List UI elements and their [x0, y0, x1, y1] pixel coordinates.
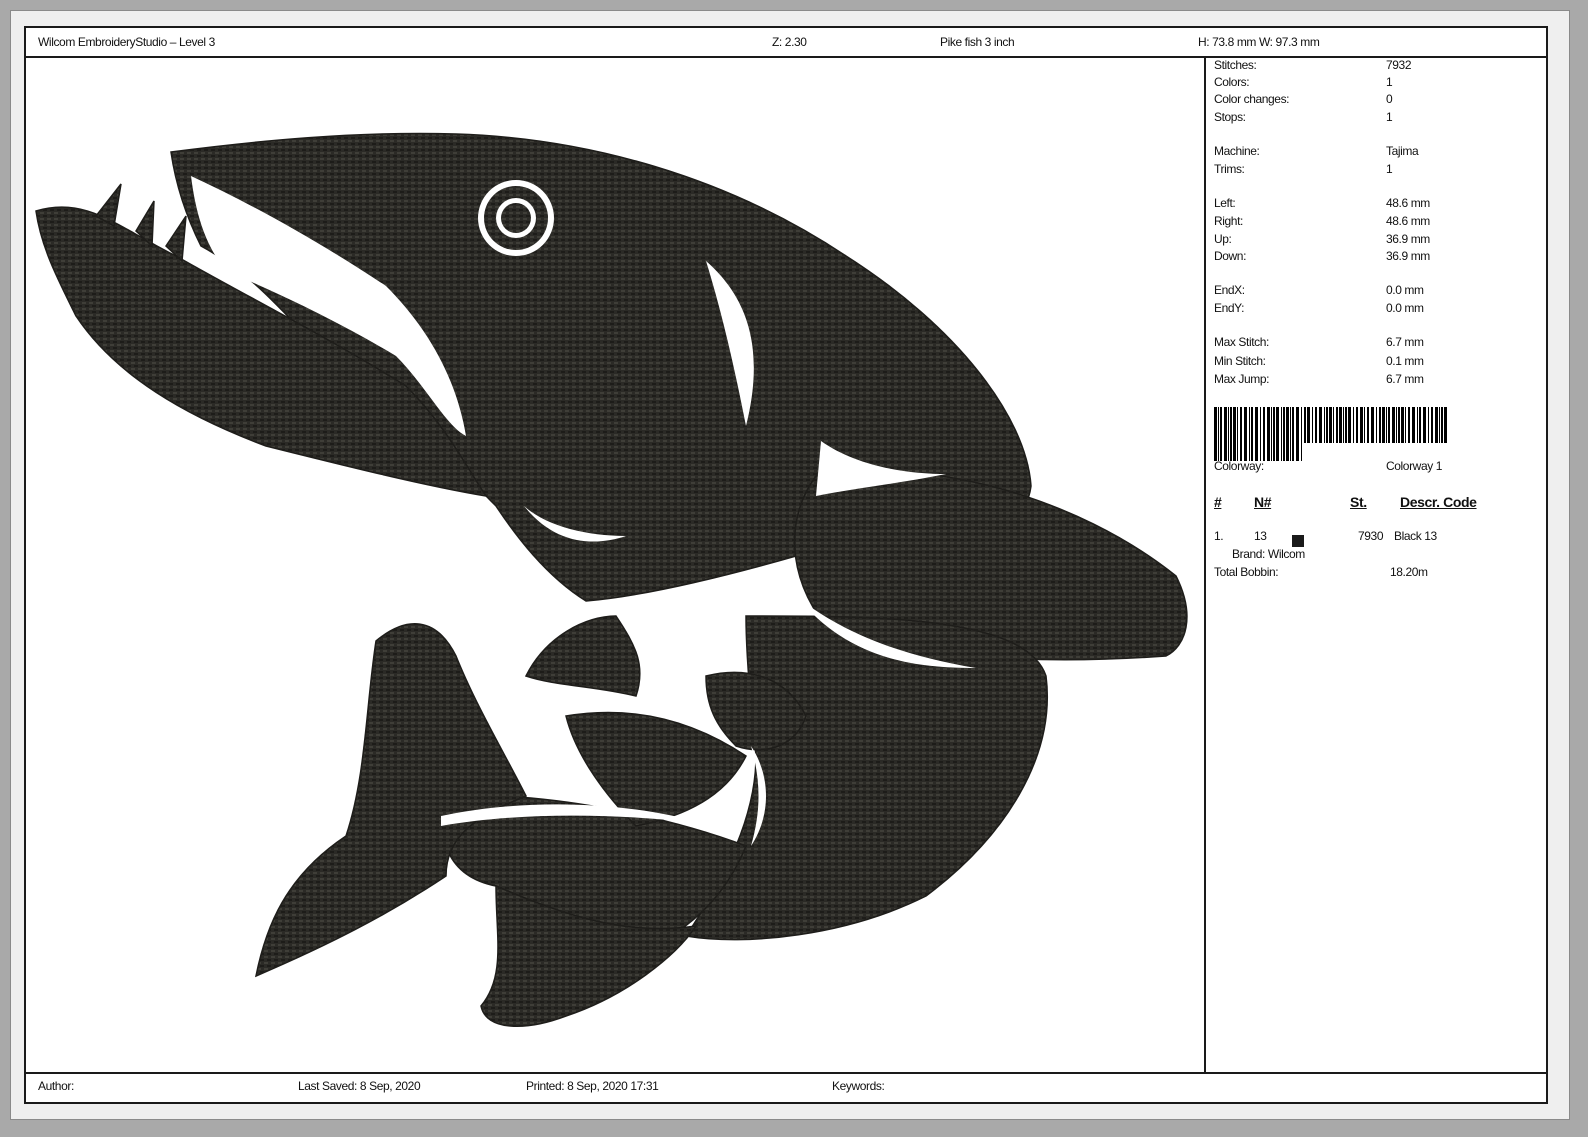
- stat-label: Stitches:: [1214, 58, 1257, 72]
- stat-label: Color changes:: [1214, 92, 1290, 106]
- app-title: Wilcom EmbroideryStudio – Level 3: [38, 35, 215, 49]
- stat-value: 0: [1386, 92, 1393, 106]
- stat-label: Down:: [1214, 249, 1247, 263]
- stat-row: Stops: 1: [1214, 110, 1544, 127]
- stat-row: Colors: 1: [1214, 75, 1544, 92]
- row-thread-number: 13: [1254, 529, 1267, 543]
- stat-label: Colors:: [1214, 75, 1250, 89]
- stat-value: Tajima: [1386, 144, 1419, 158]
- colorway-value: Colorway 1: [1386, 459, 1443, 473]
- design-name: Pike fish 3 inch: [940, 35, 1015, 49]
- stat-row: Color changes: 0: [1214, 92, 1544, 109]
- stat-value: 1: [1386, 162, 1393, 176]
- col-number: N#: [1254, 494, 1272, 510]
- stat-row: Min Stitch: 0.1 mm: [1214, 354, 1544, 371]
- stat-value: 1: [1386, 110, 1393, 124]
- stat-value: 6.7 mm: [1386, 372, 1424, 386]
- design-preview: [26, 56, 1206, 1072]
- stat-value: 0.0 mm: [1386, 301, 1424, 315]
- author-label: Author:: [38, 1079, 74, 1093]
- total-bobbin-label: Total Bobbin:: [1214, 565, 1279, 579]
- col-description: Descr. Code: [1400, 494, 1477, 510]
- stat-label: Up:: [1214, 232, 1232, 246]
- stat-label: Stops:: [1214, 110, 1246, 124]
- stat-row: Max Jump: 6.7 mm: [1214, 372, 1544, 389]
- stat-value: 6.7 mm: [1386, 335, 1424, 349]
- row-index: 1.: [1214, 529, 1224, 543]
- stat-row: Stitches: 7932: [1214, 58, 1544, 75]
- last-saved: Last Saved: 8 Sep, 2020: [298, 1079, 421, 1093]
- stat-value: 48.6 mm: [1386, 214, 1430, 228]
- row-description: Black 13: [1394, 529, 1437, 543]
- stat-row: Down: 36.9 mm: [1214, 249, 1544, 266]
- stat-row: Right: 48.6 mm: [1214, 214, 1544, 231]
- worksheet-header: Wilcom EmbroideryStudio – Level 3 Z: 2.3…: [26, 28, 1546, 58]
- stat-value: 36.9 mm: [1386, 232, 1430, 246]
- stat-label: Machine:: [1214, 144, 1260, 158]
- stat-label: Max Jump:: [1214, 372, 1270, 386]
- colorway-row: Colorway: Colorway 1: [1214, 459, 1544, 476]
- printed-date: Printed: 8 Sep, 2020 17:31: [526, 1079, 659, 1093]
- stat-value: 0.0 mm: [1386, 283, 1424, 297]
- fish-eye: [478, 180, 554, 256]
- stat-label: Trims:: [1214, 162, 1245, 176]
- total-bobbin-row: Total Bobbin: 18.20m: [1214, 565, 1544, 582]
- stat-row: Up: 36.9 mm: [1214, 232, 1544, 249]
- stat-row: EndX: 0.0 mm: [1214, 283, 1544, 300]
- row-stitches: 7930: [1358, 529, 1384, 543]
- stat-row: Left: 48.6 mm: [1214, 196, 1544, 213]
- row-brand: Brand: Wilcom: [1232, 547, 1305, 561]
- design-dimensions: H: 73.8 mm W: 97.3 mm: [1198, 35, 1320, 49]
- stat-value: 0.1 mm: [1386, 354, 1424, 368]
- worksheet-footer: Author: Last Saved: 8 Sep, 2020 Printed:…: [26, 1072, 1546, 1102]
- stat-label: Max Stitch:: [1214, 335, 1269, 349]
- stat-row: Max Stitch: 6.7 mm: [1214, 335, 1544, 352]
- stat-label: Left:: [1214, 196, 1236, 210]
- thread-color-swatch: [1292, 535, 1304, 547]
- total-bobbin-value: 18.20m: [1390, 565, 1428, 579]
- stat-value: 36.9 mm: [1386, 249, 1430, 263]
- colorway-label: Colorway:: [1214, 459, 1264, 473]
- stat-label: Min Stitch:: [1214, 354, 1266, 368]
- zoom-level: Z: 2.30: [772, 35, 807, 49]
- design-barcode: [1214, 407, 1447, 461]
- stat-value: 7932: [1386, 58, 1412, 72]
- stat-row: Trims: 1: [1214, 162, 1544, 179]
- col-stitches: St.: [1350, 494, 1367, 510]
- keywords-label: Keywords:: [832, 1079, 885, 1093]
- stat-label: Right:: [1214, 214, 1243, 228]
- stat-value: 48.6 mm: [1386, 196, 1430, 210]
- stat-label: EndY:: [1214, 301, 1245, 315]
- design-info-panel: Stitches: 7932 Colors: 1 Color changes: 0 Stop…: [1210, 58, 1546, 1070]
- pike-fish-embroidery: [35, 132, 1188, 1027]
- stat-value: 1: [1386, 75, 1393, 89]
- stat-label: EndX:: [1214, 283, 1245, 297]
- production-worksheet: Wilcom EmbroideryStudio – Level 3 Z: 2.3…: [24, 26, 1548, 1104]
- stat-row: EndY: 0.0 mm: [1214, 301, 1544, 318]
- stat-row: Machine: Tajima: [1214, 144, 1544, 161]
- col-index: #: [1214, 494, 1222, 510]
